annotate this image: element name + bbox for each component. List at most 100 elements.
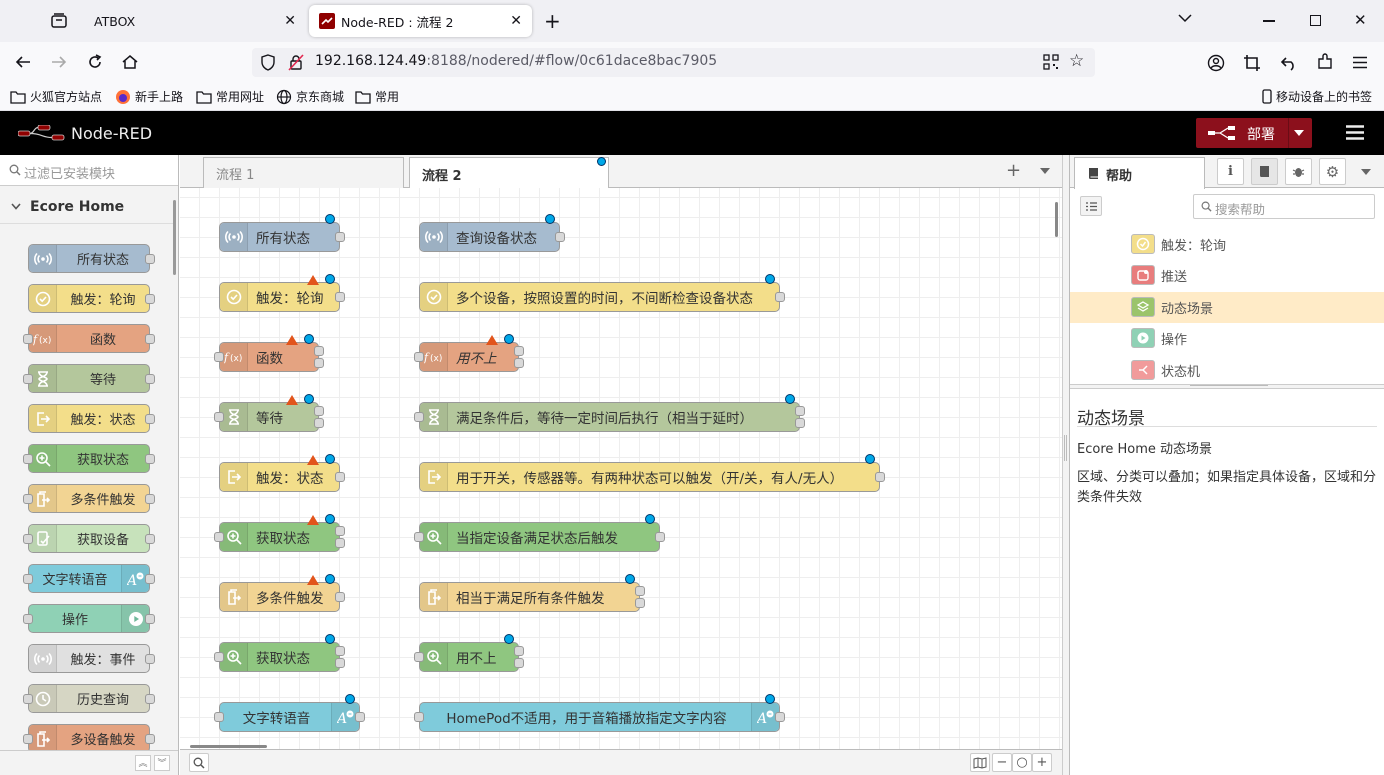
output-port[interactable] <box>145 254 155 264</box>
input-port[interactable] <box>23 734 33 744</box>
window-close-icon[interactable]: ✕ <box>1354 11 1367 29</box>
bookmark-item[interactable]: 京东商城 <box>276 88 344 105</box>
output-port[interactable] <box>145 374 155 384</box>
output-port[interactable] <box>145 494 155 504</box>
output-port[interactable] <box>335 472 345 482</box>
output-port[interactable] <box>355 712 365 722</box>
output-port[interactable] <box>655 532 665 542</box>
output-port[interactable] <box>314 346 324 356</box>
palette-node[interactable]: 历史查询 <box>28 684 150 713</box>
flow-node[interactable]: 当指定设备满足状态后触发 <box>419 522 660 552</box>
flow-node[interactable]: 触发：状态 <box>219 462 340 492</box>
flow-node[interactable]: 查询设备状态 <box>419 222 560 252</box>
tab-groups-icon[interactable] <box>49 11 69 31</box>
flow-node[interactable]: 文字转语音 A <box>219 702 360 732</box>
output-port[interactable] <box>335 658 345 668</box>
menu-icon[interactable] <box>1352 56 1368 69</box>
input-port[interactable] <box>214 532 224 542</box>
output-port[interactable] <box>145 294 155 304</box>
insecure-lock-icon[interactable] <box>288 54 304 71</box>
output-port[interactable] <box>145 734 155 744</box>
bookmark-item[interactable]: 常用网址 <box>196 88 264 105</box>
palette-scrollbar[interactable] <box>173 200 176 275</box>
output-port[interactable] <box>335 538 345 548</box>
list-tabs-icon[interactable] <box>1178 13 1192 23</box>
qr-code-icon[interactable] <box>1043 54 1059 70</box>
minimize-icon[interactable] <box>1263 20 1275 22</box>
output-port[interactable] <box>145 334 155 344</box>
flow-node[interactable]: 获取状态 <box>219 522 340 552</box>
palette-node[interactable]: 等待 <box>28 364 150 393</box>
canvas-hscrollbar[interactable] <box>190 745 267 748</box>
canvas-vscrollbar[interactable] <box>1055 202 1058 237</box>
back-icon[interactable] <box>14 54 32 70</box>
help-panel-splitter[interactable] <box>1070 384 1384 389</box>
undo-icon[interactable] <box>1280 54 1298 72</box>
input-port[interactable] <box>214 712 224 722</box>
help-item[interactable]: 操作 <box>1070 323 1384 354</box>
bookmark-item[interactable]: 常用 <box>355 88 399 105</box>
output-port[interactable] <box>775 712 785 722</box>
bookmark-item[interactable]: 火狐官方站点 <box>10 88 102 105</box>
forward-icon[interactable] <box>50 54 68 70</box>
output-port[interactable] <box>514 658 524 668</box>
browser-tab-nodered[interactable]: Node-RED : 流程 2 ✕ <box>309 5 532 37</box>
output-port[interactable] <box>795 418 805 428</box>
input-port[interactable] <box>23 374 33 384</box>
bookmark-star-icon[interactable]: ☆ <box>1069 51 1084 71</box>
toc-list-icon[interactable] <box>1080 196 1102 216</box>
config-gear-icon[interactable]: ⚙ <box>1319 158 1346 185</box>
shield-icon[interactable] <box>260 54 276 71</box>
close-tab-icon[interactable]: ✕ <box>510 13 522 29</box>
flow-node[interactable]: 多个设备，按照设置的时间，不间断检查设备状态 <box>419 282 780 312</box>
input-port[interactable] <box>214 412 224 422</box>
add-flow-icon[interactable]: + <box>1006 160 1021 181</box>
output-port[interactable] <box>775 292 785 302</box>
zoom-out-icon[interactable]: − <box>992 753 1012 772</box>
search-icon[interactable] <box>189 753 209 772</box>
zoom-reset-icon[interactable]: ○ <box>1012 753 1032 772</box>
output-port[interactable] <box>335 526 345 536</box>
flow-node[interactable]: f (x) 函数 <box>219 342 319 372</box>
input-port[interactable] <box>414 352 424 362</box>
input-port[interactable] <box>23 574 33 584</box>
crop-icon[interactable] <box>1243 54 1261 72</box>
palette-category-header[interactable]: Ecore Home <box>0 192 175 224</box>
help-item-selected[interactable]: 动态场景 <box>1070 292 1384 323</box>
output-port[interactable] <box>314 358 324 368</box>
palette-node[interactable]: f (x) 函数 <box>28 324 150 353</box>
help-book-icon[interactable] <box>1251 158 1278 185</box>
account-icon[interactable] <box>1207 54 1225 72</box>
palette-node[interactable]: 触发：事件 <box>28 644 150 673</box>
flow-node[interactable]: 多条件触发 <box>219 582 340 612</box>
zoom-in-icon[interactable]: + <box>1032 753 1052 772</box>
input-port[interactable] <box>414 712 424 722</box>
input-port[interactable] <box>23 694 33 704</box>
help-item[interactable]: 触发：轮询 <box>1070 229 1384 260</box>
palette-node[interactable]: 获取状态 <box>28 444 150 473</box>
input-port[interactable] <box>414 412 424 422</box>
input-port[interactable] <box>23 454 33 464</box>
output-port[interactable] <box>635 586 645 596</box>
output-port[interactable] <box>514 346 524 356</box>
palette-node[interactable]: 文字转语音 A <box>28 564 150 593</box>
input-port[interactable] <box>23 494 33 504</box>
help-item[interactable]: 状态机 <box>1070 355 1384 384</box>
palette-filter[interactable]: 过滤已安装模块 <box>0 155 178 186</box>
deploy-dropdown-icon[interactable] <box>1294 130 1304 136</box>
sidebar-splitter[interactable] <box>1062 155 1069 775</box>
tab-flow-1[interactable]: 流程 1 <box>203 157 404 189</box>
flow-node[interactable]: f (x) 用不上 <box>419 342 519 372</box>
browser-tab-atbox[interactable]: ATBOX ✕ <box>84 5 306 37</box>
output-port[interactable] <box>514 358 524 368</box>
maximize-icon[interactable] <box>1310 15 1321 26</box>
output-port[interactable] <box>145 534 155 544</box>
bookmark-item[interactable]: 新手上路 <box>115 88 183 105</box>
output-port[interactable] <box>145 654 155 664</box>
output-port[interactable] <box>335 592 345 602</box>
tab-flow-2[interactable]: 流程 2 <box>409 157 609 190</box>
output-port[interactable] <box>335 292 345 302</box>
output-port[interactable] <box>795 406 805 416</box>
tab-help[interactable]: 帮助 <box>1074 157 1205 189</box>
input-port[interactable] <box>214 352 224 362</box>
